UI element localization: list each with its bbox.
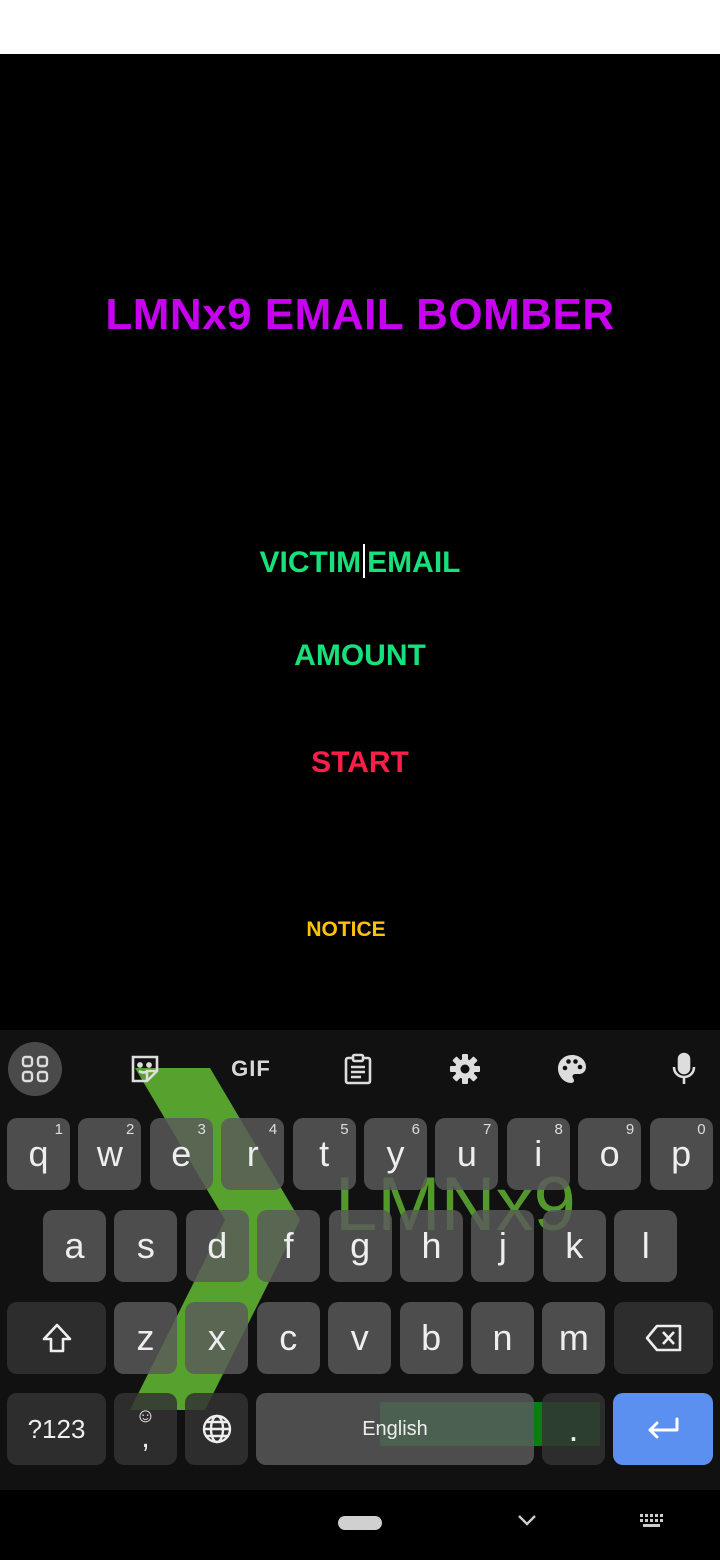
key-f[interactable]: f [257, 1210, 321, 1282]
period-key[interactable]: . [542, 1393, 605, 1465]
clipboard-icon[interactable] [331, 1042, 385, 1096]
comma-label: , [141, 1421, 150, 1454]
key-v[interactable]: v [328, 1302, 392, 1374]
text-caret [363, 544, 366, 578]
gear-icon[interactable] [438, 1042, 492, 1096]
key-label: d [207, 1225, 228, 1266]
key-label: o [599, 1133, 620, 1174]
enter-key[interactable] [613, 1393, 713, 1465]
key-label: t [319, 1133, 330, 1174]
shift-key[interactable] [7, 1302, 106, 1374]
key-label: i [534, 1133, 543, 1174]
key-e[interactable]: e3 [149, 1118, 213, 1190]
navigation-bar [0, 1490, 720, 1560]
key-label: r [246, 1133, 259, 1174]
key-label: g [350, 1225, 371, 1266]
chevron-down-icon[interactable] [515, 1512, 539, 1533]
key-hint: 9 [625, 1121, 635, 1138]
period-label: . [568, 1408, 579, 1449]
key-label: l [641, 1225, 650, 1266]
app-screen: LMNx9 EMAIL BOMBER VICTIM EMAIL AMOUNT ST… [0, 54, 720, 1030]
microphone-icon[interactable] [657, 1042, 711, 1096]
key-label: k [565, 1225, 584, 1266]
symbols-key[interactable]: ?123 [7, 1393, 106, 1465]
key-d[interactable]: d [185, 1210, 249, 1282]
key-q[interactable]: q1 [7, 1118, 70, 1190]
key-s[interactable]: s [114, 1210, 178, 1282]
key-g[interactable]: g [328, 1210, 392, 1282]
key-label: y [386, 1133, 405, 1174]
key-o[interactable]: o9 [578, 1118, 642, 1190]
keyboard-icon[interactable] [638, 1512, 666, 1537]
key-y[interactable]: y6 [364, 1118, 427, 1190]
key-label: b [421, 1317, 442, 1358]
key-k[interactable]: k [542, 1210, 606, 1282]
key-u[interactable]: u7 [435, 1118, 499, 1190]
key-hint: 1 [54, 1121, 63, 1138]
key-x[interactable]: x [185, 1302, 249, 1374]
key-hint: 4 [268, 1121, 278, 1138]
keyboard-toolbar: GIF [0, 1030, 720, 1110]
key-hint: 5 [340, 1121, 349, 1138]
key-hint: 8 [554, 1121, 563, 1138]
key-label: q [28, 1133, 49, 1174]
key-label: w [96, 1133, 123, 1174]
key-h[interactable]: h [400, 1210, 463, 1282]
key-r[interactable]: r4 [221, 1118, 285, 1190]
key-m[interactable]: m [542, 1302, 606, 1374]
key-label: c [279, 1317, 298, 1358]
key-a[interactable]: a [43, 1210, 106, 1282]
key-label: h [421, 1225, 442, 1266]
key-hint: 0 [697, 1121, 706, 1138]
key-label: x [207, 1317, 226, 1358]
key-hint: 7 [483, 1121, 492, 1138]
key-label: m [558, 1317, 589, 1358]
globe-icon[interactable] [185, 1393, 248, 1465]
victim-email-input[interactable]: VICTIM EMAIL [0, 544, 720, 580]
symbols-label: ?123 [27, 1413, 86, 1444]
key-label: z [136, 1317, 155, 1358]
notice-button[interactable]: NOTICE [0, 918, 692, 942]
key-l[interactable]: l [614, 1210, 678, 1282]
palette-icon[interactable] [545, 1042, 599, 1096]
comma-key[interactable]: ☺ , [114, 1393, 177, 1465]
key-label: a [64, 1225, 85, 1266]
key-hint: 6 [411, 1121, 420, 1138]
key-label: n [492, 1317, 513, 1358]
key-label: p [671, 1133, 692, 1174]
key-t[interactable]: t5 [292, 1118, 356, 1190]
key-label: u [456, 1133, 477, 1174]
space-label: English [362, 1417, 428, 1440]
gif-button[interactable]: GIF [224, 1042, 278, 1096]
key-p[interactable]: p0 [649, 1118, 713, 1190]
key-c[interactable]: c [256, 1302, 320, 1374]
status-bar [0, 0, 720, 54]
start-button[interactable]: START [0, 746, 720, 780]
email-placeholder-part1: VICTIM [259, 546, 362, 579]
amount-input[interactable]: AMOUNT [0, 639, 720, 673]
home-pill[interactable] [338, 1516, 382, 1530]
key-label: s [136, 1225, 155, 1266]
soft-keyboard: LMNx9 GIF q1w2e3r4t5y6u7i8o9p0 asdfghjkl… [0, 1030, 720, 1560]
key-label: e [171, 1133, 192, 1174]
key-i[interactable]: i8 [506, 1118, 570, 1190]
key-hint: 2 [126, 1121, 135, 1138]
key-label: f [283, 1225, 294, 1266]
sticker-icon[interactable] [118, 1042, 172, 1096]
key-w[interactable]: w2 [78, 1118, 142, 1190]
gif-label: GIF [231, 1056, 271, 1081]
key-n[interactable]: n [471, 1302, 534, 1374]
key-z[interactable]: z [114, 1302, 177, 1374]
key-hint: 3 [197, 1121, 206, 1138]
app-title: LMNx9 EMAIL BOMBER [105, 290, 615, 339]
key-j[interactable]: j [471, 1210, 535, 1282]
email-placeholder-part2: EMAIL [367, 546, 461, 579]
key-b[interactable]: b [399, 1302, 463, 1374]
apps-grid-icon[interactable] [8, 1042, 62, 1096]
key-label: v [350, 1317, 369, 1358]
key-label: j [498, 1225, 507, 1266]
backspace-key[interactable] [614, 1302, 713, 1374]
space-key[interactable]: English [256, 1393, 534, 1465]
